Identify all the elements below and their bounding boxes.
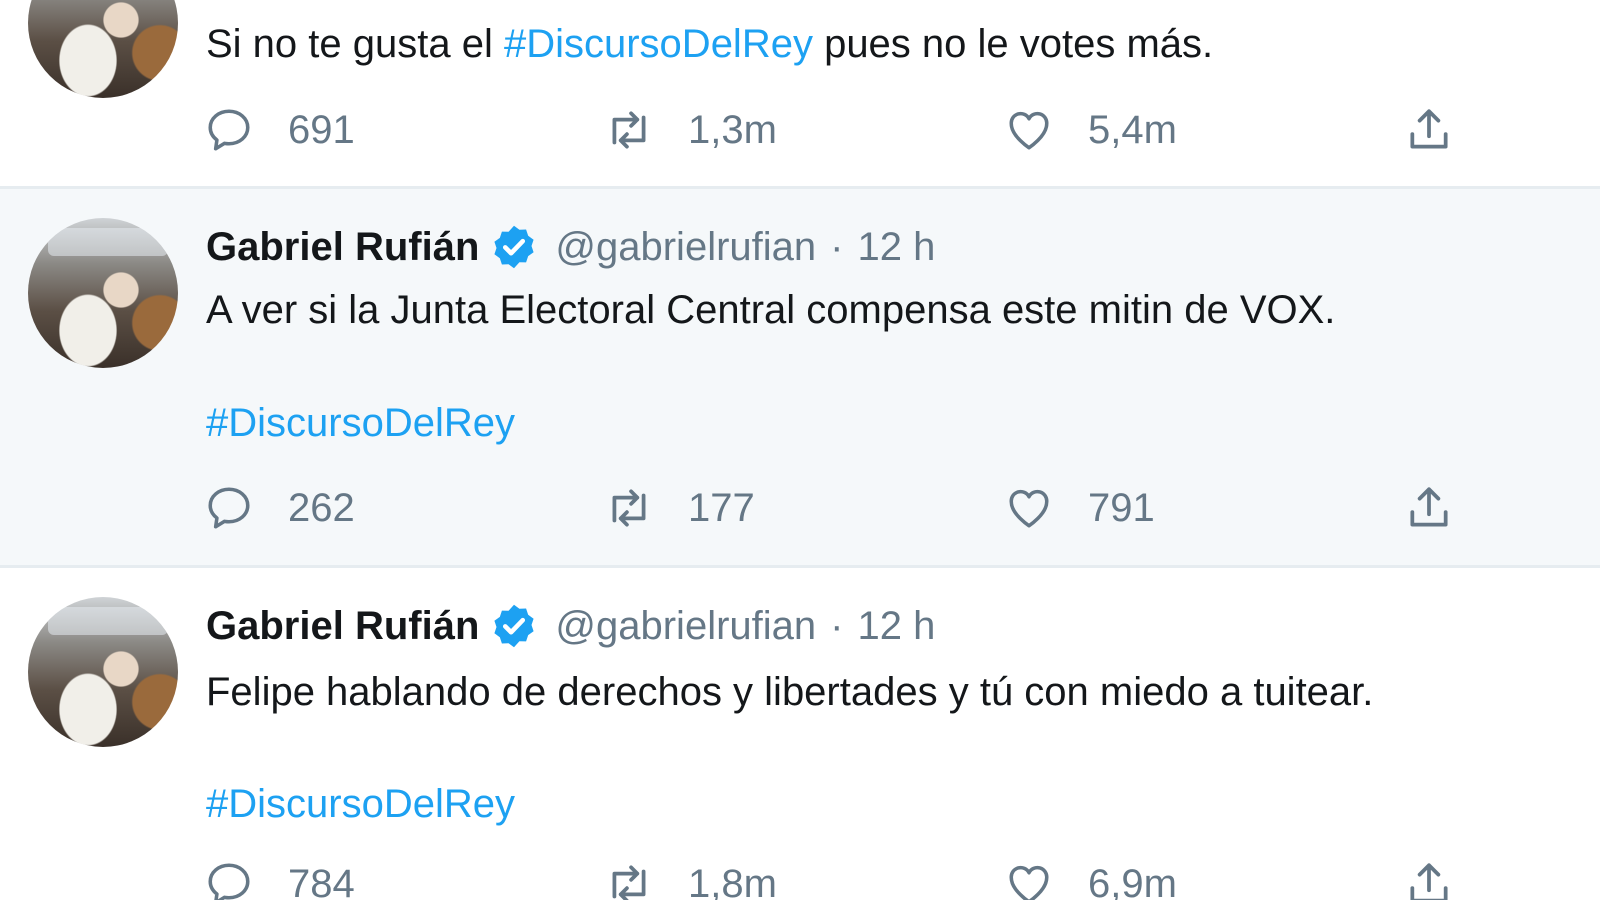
reply-button[interactable]: 784 [204, 859, 355, 900]
retweet-count: 177 [688, 485, 755, 530]
verified-badge-icon [494, 604, 534, 648]
reply-button[interactable]: 691 [204, 105, 355, 155]
share-icon [1410, 487, 1448, 527]
tweet-text: A ver si la Junta Electoral Central comp… [206, 288, 1336, 332]
hashtag-link[interactable]: #DiscursoDelRey [504, 22, 813, 66]
like-count: 5,4m [1088, 107, 1177, 152]
share-button[interactable] [1404, 859, 1454, 900]
timestamp[interactable]: 12 h [857, 225, 935, 270]
tweet-text: Si no te gusta el #DiscursoDelRey pues n… [206, 16, 1213, 72]
reply-icon [208, 109, 250, 151]
timeline: Si no te gusta el #DiscursoDelRey pues n… [0, 0, 1600, 900]
tweet-actions: 262 177 791 [0, 478, 1600, 538]
retweet-button[interactable]: 177 [604, 483, 755, 533]
like-icon [1009, 489, 1049, 528]
like-count: 791 [1088, 485, 1155, 530]
retweet-button[interactable]: 1,8m [604, 859, 777, 900]
tweet-1[interactable]: Si no te gusta el #DiscursoDelRey pues n… [0, 0, 1600, 186]
author-handle[interactable]: @gabrielrufian [555, 225, 816, 270]
tweet-header: Gabriel Rufián @gabrielrufian · 12 h [206, 217, 935, 277]
reply-count: 262 [288, 485, 355, 530]
retweet-button[interactable]: 1,3m [604, 105, 777, 155]
tweet-3[interactable]: Gabriel Rufián @gabrielrufian · 12 h Fel… [0, 568, 1600, 900]
avatar[interactable] [28, 218, 178, 368]
like-icon [1009, 865, 1049, 900]
share-icon [1410, 863, 1448, 900]
retweet-count: 1,3m [688, 107, 777, 152]
retweet-icon [612, 111, 646, 149]
like-button[interactable]: 791 [1004, 483, 1155, 533]
separator: · [830, 603, 844, 648]
reply-count: 784 [288, 861, 355, 900]
share-button[interactable] [1404, 483, 1454, 533]
tweet-actions: 691 1,3m 5,4m [0, 100, 1600, 160]
share-icon [1410, 109, 1448, 149]
author-name[interactable]: Gabriel Rufián [206, 225, 479, 270]
tweet-text-part: pues no le votes más. [812, 22, 1214, 66]
reply-button[interactable]: 262 [204, 483, 355, 533]
tweet-actions: 784 1,8m 6,9m [0, 851, 1600, 900]
reply-icon [208, 863, 250, 900]
like-count: 6,9m [1088, 861, 1177, 900]
separator: · [830, 224, 844, 269]
like-button[interactable]: 6,9m [1004, 859, 1177, 900]
author-name[interactable]: Gabriel Rufián [206, 604, 479, 649]
reply-count: 691 [288, 107, 355, 152]
tweet-2[interactable]: Gabriel Rufián @gabrielrufian · 12 h A v… [0, 189, 1600, 565]
share-button[interactable] [1404, 105, 1454, 155]
hashtag-link[interactable]: #DiscursoDelRey [206, 776, 515, 832]
tweet-text-part: Si no te gusta el [206, 22, 504, 66]
verified-badge-icon [494, 225, 534, 269]
like-button[interactable]: 5,4m [1004, 105, 1177, 155]
hashtag-link[interactable]: #DiscursoDelRey [206, 395, 515, 451]
reply-icon [208, 487, 250, 529]
like-icon [1009, 111, 1049, 150]
retweet-icon [612, 865, 646, 900]
author-handle[interactable]: @gabrielrufian [555, 604, 816, 649]
tweet-text: Felipe hablando de derechos y libertades… [206, 670, 1374, 714]
avatar[interactable] [28, 597, 178, 747]
retweet-icon [612, 489, 646, 527]
avatar[interactable] [28, 0, 178, 98]
tweet-header: Gabriel Rufián @gabrielrufian · 12 h [206, 596, 935, 656]
retweet-count: 1,8m [688, 861, 777, 900]
timestamp[interactable]: 12 h [857, 604, 935, 649]
